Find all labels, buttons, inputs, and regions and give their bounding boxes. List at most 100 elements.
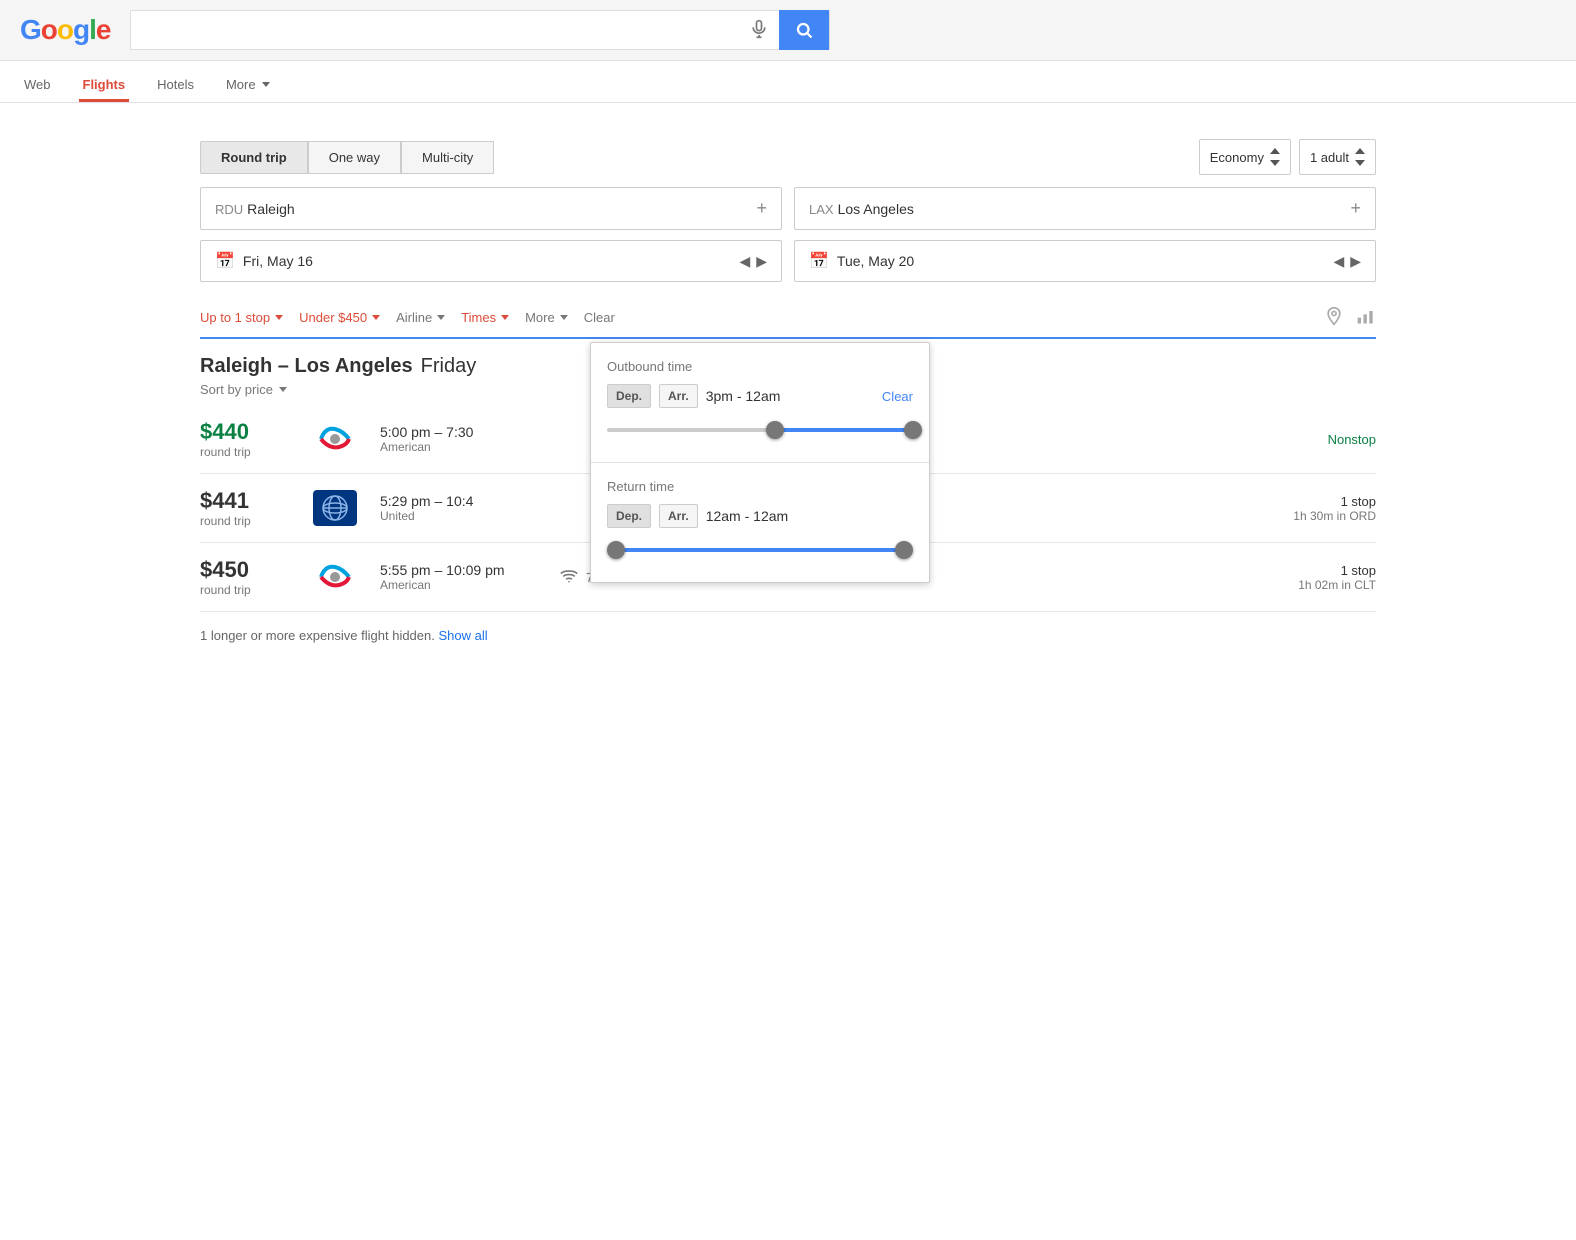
outbound-slider[interactable]	[607, 420, 913, 440]
mic-icon[interactable]	[739, 19, 779, 42]
sort-by-button[interactable]: Sort by price	[200, 382, 476, 397]
airline-logo	[310, 419, 360, 459]
outbound-slider-fill	[775, 428, 913, 432]
search-input[interactable]	[131, 21, 739, 39]
airport-row: RDU Raleigh + LAXLos Angeles +	[200, 187, 1376, 230]
chart-icon[interactable]	[1356, 306, 1376, 329]
logo-g-blue2: g	[73, 14, 89, 46]
flight-time: 5:55 pm – 10:09 pm	[380, 562, 540, 578]
flight-price: $450	[200, 557, 290, 583]
flight-airline: American	[380, 578, 540, 592]
outbound-time-range: 3pm - 12am	[706, 388, 781, 404]
outbound-slider-right-thumb[interactable]	[904, 421, 922, 439]
return-next-arrow[interactable]: ▶	[1350, 253, 1361, 270]
flight-stop-type: 1 stop	[1236, 563, 1376, 578]
search-bar	[130, 10, 830, 50]
outbound-arr-button[interactable]: Arr.	[659, 384, 698, 408]
return-time-range: 12am - 12am	[706, 508, 788, 524]
outbound-dep-button[interactable]: Dep.	[607, 384, 651, 408]
more-filter-arrow-icon	[560, 315, 568, 320]
origin-plus-icon: +	[756, 198, 767, 219]
logo-g-blue: G	[20, 14, 41, 46]
location-icon[interactable]	[1324, 306, 1344, 329]
outbound-section: Outbound time Dep. Arr. 3pm - 12am Clear	[591, 343, 929, 462]
origin-city: Raleigh	[247, 201, 294, 217]
hidden-note-text: 1 longer or more expensive flight hidden…	[200, 628, 435, 643]
origin-input[interactable]: RDU Raleigh +	[200, 187, 782, 230]
origin-code: RDU	[215, 202, 243, 217]
price-filter-label: Under $450	[299, 310, 367, 325]
flight-trip-label: round trip	[200, 445, 290, 459]
stops-filter-label: Up to 1 stop	[200, 310, 270, 325]
return-slider[interactable]	[607, 540, 913, 560]
sort-by-label: Sort by price	[200, 382, 273, 397]
airline-logo	[310, 488, 360, 528]
header: Google	[0, 0, 1576, 61]
flight-price: $440	[200, 419, 290, 445]
flight-times-col: 5:29 pm – 10:4 United	[380, 493, 540, 523]
airline-filter-button[interactable]: Airline	[396, 310, 445, 325]
return-calendar-icon: 📅	[809, 251, 829, 271]
flight-trip-label: round trip	[200, 583, 290, 597]
passengers-label: 1 adult	[1310, 150, 1349, 165]
hidden-flights-note: 1 longer or more expensive flight hidden…	[200, 612, 1376, 659]
depart-next-arrow[interactable]: ▶	[756, 253, 767, 270]
outbound-label: Outbound time	[607, 359, 913, 374]
results-title-area: Raleigh – Los Angeles Friday Sort by pri…	[200, 355, 476, 397]
main-content: Round trip One way Multi-city Economy 1 …	[0, 103, 1576, 679]
stops-filter-button[interactable]: Up to 1 stop	[200, 310, 283, 325]
flight-price-col: $441 round trip	[200, 488, 290, 528]
search-button[interactable]	[779, 10, 829, 50]
flight-price-col: $450 round trip	[200, 557, 290, 597]
return-slider-left-thumb[interactable]	[607, 541, 625, 559]
flight-times-col: 5:00 pm – 7:30 American	[380, 424, 540, 454]
date-row: 📅 Fri, May 16 ◀ ▶ 📅 Tue, May 20 ◀ ▶	[200, 240, 1376, 282]
outbound-clear-link[interactable]: Clear	[882, 389, 913, 404]
return-prev-arrow[interactable]: ◀	[1333, 253, 1344, 270]
more-filter-label: More	[525, 310, 555, 325]
nav-more[interactable]: More	[222, 69, 274, 102]
nav-flights[interactable]: Flights	[79, 69, 130, 102]
times-filter-label: Times	[461, 310, 496, 325]
passengers-select[interactable]: 1 adult	[1299, 139, 1376, 175]
flight-airline: American	[380, 440, 540, 454]
return-date-label: Tue, May 20	[837, 253, 914, 269]
more-filter-button[interactable]: More	[525, 310, 568, 325]
dest-input[interactable]: LAXLos Angeles +	[794, 187, 1376, 230]
nav-more-arrow-icon	[262, 82, 270, 87]
airline-filter-arrow-icon	[437, 315, 445, 320]
one-way-button[interactable]: One way	[308, 141, 401, 174]
outbound-dep-arr-row: Dep. Arr. 3pm - 12am Clear	[607, 384, 913, 408]
return-arr-button[interactable]: Arr.	[659, 504, 698, 528]
clear-filter-button[interactable]: Clear	[584, 310, 615, 325]
return-dep-button[interactable]: Dep.	[607, 504, 651, 528]
filter-row: Up to 1 stop Under $450 Airline Times Mo…	[200, 298, 1376, 339]
cabin-class-select[interactable]: Economy	[1199, 139, 1291, 175]
times-filter-button[interactable]: Times	[461, 310, 509, 325]
flight-time: 5:29 pm – 10:4	[380, 493, 540, 509]
american-airlines-logo-icon	[313, 421, 357, 457]
flight-stop-info: 1 stop 1h 30m in ORD	[1236, 494, 1376, 523]
nav-web[interactable]: Web	[20, 69, 55, 102]
depart-prev-arrow[interactable]: ◀	[739, 253, 750, 270]
flight-time: 5:00 pm – 7:30	[380, 424, 540, 440]
nav: Web Flights Hotels More	[0, 61, 1576, 103]
nav-hotels[interactable]: Hotels	[153, 69, 198, 102]
outbound-slider-left-thumb[interactable]	[766, 421, 784, 439]
cabin-class-label: Economy	[1210, 150, 1264, 165]
price-filter-button[interactable]: Under $450	[299, 310, 380, 325]
flight-airline: United	[380, 509, 540, 523]
results-route-title: Raleigh – Los Angeles	[200, 355, 413, 378]
multi-city-button[interactable]: Multi-city	[401, 141, 494, 174]
dest-plus-icon: +	[1350, 198, 1361, 219]
flight-stop-detail: 1h 02m in CLT	[1236, 578, 1376, 592]
return-date-input[interactable]: 📅 Tue, May 20 ◀ ▶	[794, 240, 1376, 282]
return-dep-arr-row: Dep. Arr. 12am - 12am	[607, 504, 913, 528]
return-slider-right-thumb[interactable]	[895, 541, 913, 559]
return-section: Return time Dep. Arr. 12am - 12am	[591, 462, 929, 582]
depart-date-input[interactable]: 📅 Fri, May 16 ◀ ▶	[200, 240, 782, 282]
logo-e-red: e	[96, 14, 111, 46]
round-trip-button[interactable]: Round trip	[200, 141, 308, 174]
show-all-link[interactable]: Show all	[439, 628, 488, 643]
dest-code: LAX	[809, 202, 834, 217]
